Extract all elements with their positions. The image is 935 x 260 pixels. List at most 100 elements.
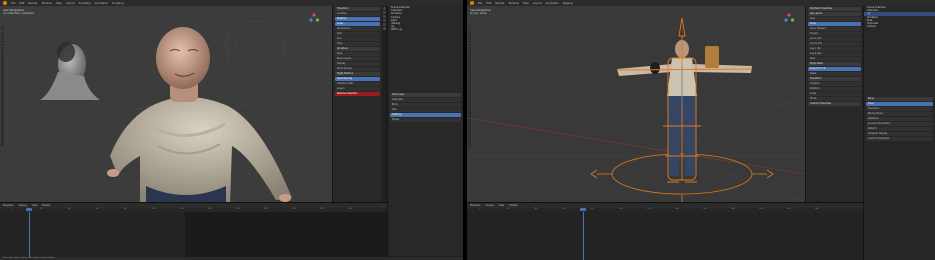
menu-item[interactable]: File (478, 2, 482, 5)
tool-icon[interactable] (382, 27, 386, 30)
frame-range-shade (185, 212, 387, 257)
panel-row[interactable]: Remove Selected (335, 92, 380, 96)
workspace-tab[interactable]: Animation (546, 2, 559, 5)
panel-row[interactable]: Clothing (390, 112, 461, 117)
timeline-menu[interactable]: Keying (19, 204, 27, 207)
timeline-menu[interactable]: Marker (509, 204, 517, 207)
panel-row[interactable]: Transform (335, 7, 380, 11)
panel-row[interactable]: Location (808, 82, 861, 86)
menu-item[interactable]: Window (42, 2, 52, 5)
menu-item[interactable]: Help (56, 2, 62, 5)
tool-icon[interactable] (382, 19, 386, 22)
panel-row[interactable]: Snap IK to FK (808, 67, 861, 71)
left-properties-tabs (382, 6, 386, 202)
panel-row[interactable]: Reset (808, 72, 861, 76)
panel-row[interactable]: Deform (866, 127, 933, 131)
right-timeline[interactable]: Playback Keying View Marker 0 20 40 60 8… (467, 202, 863, 260)
panel-row[interactable]: View Layer (390, 92, 461, 97)
panel-row[interactable]: Bendy Bones (866, 112, 933, 116)
panel-row[interactable]: Scale (808, 92, 861, 96)
workspace-tab[interactable]: Sculpting (79, 2, 91, 5)
right-3d-viewport[interactable]: User Perspective (1) rig : torso (467, 6, 805, 202)
panel-row[interactable]: Dimensions (335, 27, 380, 31)
panel-row[interactable]: Rigify Buttons (335, 72, 380, 76)
panel-row[interactable]: Inverse Kinematics (866, 122, 933, 126)
panel-row[interactable]: Torso (808, 22, 861, 26)
left-timeline[interactable]: Playback Keying View Marker 0 20 40 60 8… (0, 202, 387, 257)
menu-item[interactable]: Edit (19, 2, 24, 5)
panel-row[interactable]: Hair (390, 107, 461, 112)
blender-logo-icon[interactable] (470, 1, 474, 5)
panel-row[interactable]: Root (808, 57, 861, 61)
navigation-gizmo-icon[interactable] (783, 12, 795, 24)
character-scene (40, 15, 311, 202)
panel-row[interactable]: Face (808, 17, 861, 21)
panel-row[interactable]: Custom Properties (808, 102, 861, 106)
panel-row[interactable]: Bone (866, 97, 933, 101)
workspace-tab[interactable]: Scripting (112, 2, 124, 5)
outliner-item[interactable]: Camera (864, 25, 935, 28)
panel-row[interactable]: Rig Layers (808, 12, 861, 16)
panel-row[interactable]: Shoes (390, 117, 461, 122)
timeline-menu[interactable]: View (499, 204, 505, 207)
panel-row[interactable]: Pose (335, 52, 380, 56)
tool-icon[interactable] (382, 23, 386, 26)
navigation-gizmo-icon[interactable] (308, 12, 320, 24)
timeline-menu[interactable]: Playback (3, 204, 14, 207)
menu-item[interactable]: Window (509, 2, 519, 5)
panel-row[interactable]: Custom Properties (866, 137, 933, 141)
panel-row[interactable]: Armature (335, 47, 380, 51)
panel-row[interactable]: View (335, 42, 380, 46)
panel-row[interactable]: Leg.R (IK) (808, 52, 861, 56)
panel-row[interactable]: Layers (335, 87, 380, 91)
panel-row[interactable]: Generate Rig (335, 77, 380, 81)
menu-item[interactable]: File (11, 2, 15, 5)
panel-row[interactable]: Viewport Display (866, 132, 933, 136)
timeline-menu[interactable]: View (32, 204, 38, 207)
panel-row[interactable]: Location (335, 12, 380, 16)
panel-row[interactable]: Rig Main Properties (808, 7, 861, 11)
panel-row[interactable]: Rotation (808, 87, 861, 91)
panel-row[interactable]: Transform (808, 77, 861, 81)
panel-row[interactable]: Mode (808, 97, 861, 101)
panel-row[interactable]: Rotation (335, 17, 380, 21)
panel-row[interactable]: Item (335, 32, 380, 36)
panel-row[interactable]: Relations (866, 117, 933, 121)
panel-row[interactable]: Display (335, 62, 380, 66)
menu-item[interactable]: Render (495, 2, 504, 5)
panel-row[interactable]: Torso (Tweak) (808, 27, 861, 31)
playhead-line (29, 212, 30, 257)
panel-row[interactable]: Bone Layers (335, 57, 380, 61)
panel-row[interactable]: Body (390, 102, 461, 107)
panel-row[interactable]: Rigify Bake (808, 62, 861, 66)
menu-item[interactable]: Render (28, 2, 37, 5)
workspace-tab[interactable]: Rigging (563, 2, 573, 5)
panel-row[interactable]: Bone Groups (335, 67, 380, 71)
left-3d-viewport[interactable]: User Perspective (1) Collection | Armatu… (0, 6, 332, 202)
timeline-menu[interactable]: Keying (486, 204, 494, 207)
tool-icon[interactable] (382, 7, 386, 10)
panel-row[interactable]: Scale (335, 22, 380, 26)
panel-row[interactable]: Arm.R (IK) (808, 42, 861, 46)
workspace-tab[interactable]: Animation (95, 2, 108, 5)
menu-item[interactable]: Edit (486, 2, 491, 5)
panel-row[interactable]: Tool (335, 37, 380, 41)
panel-row[interactable]: Arm.L (IK) (808, 37, 861, 41)
blender-logo-icon[interactable] (3, 1, 7, 5)
panel-row[interactable]: Selection Sets (335, 82, 380, 86)
panel-row[interactable]: Transform (866, 107, 933, 111)
panel-row[interactable]: Character (390, 97, 461, 102)
timeline-menu[interactable]: Marker (42, 204, 50, 207)
tool-icon[interactable] (382, 11, 386, 14)
panel-row[interactable]: torso (866, 102, 933, 106)
timeline-menu[interactable]: Playback (470, 204, 481, 207)
workspace-tab[interactable]: Layout (533, 2, 542, 5)
panel-row[interactable]: Fingers (808, 32, 861, 36)
playhead[interactable] (580, 208, 586, 211)
workspace-tab[interactable]: Layout (66, 2, 75, 5)
panel-row[interactable]: Leg.L (IK) (808, 47, 861, 51)
tool-icon[interactable] (382, 15, 386, 18)
tick-label: 120 (180, 208, 184, 210)
menu-item[interactable]: Help (523, 2, 529, 5)
playhead[interactable] (26, 208, 32, 211)
